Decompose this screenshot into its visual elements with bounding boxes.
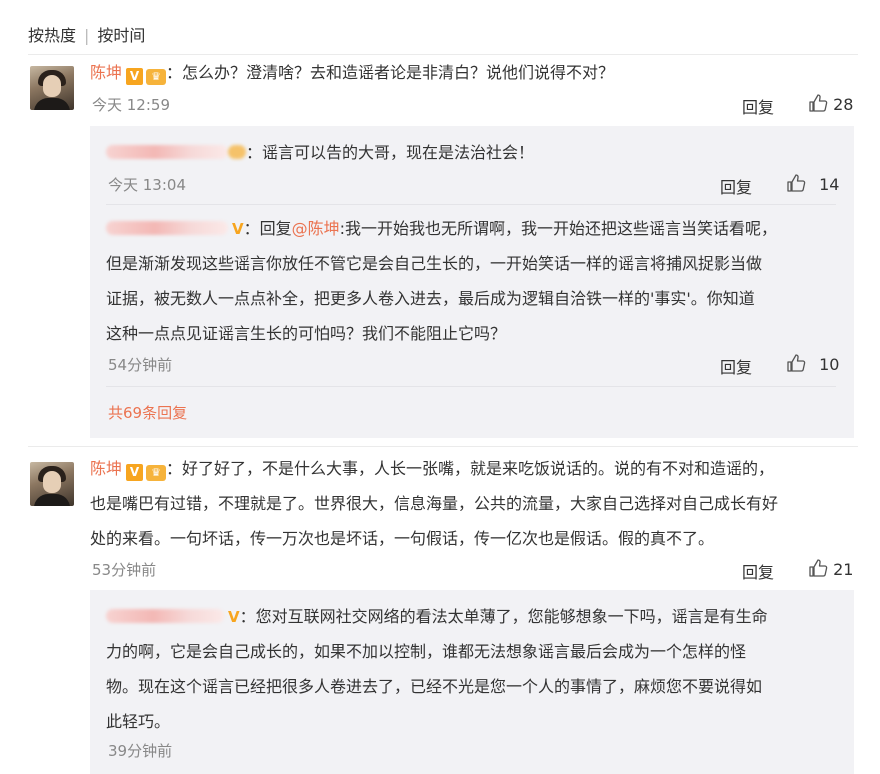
thumbs-up-icon (787, 174, 806, 192)
like-count: 28 (833, 95, 854, 114)
comment-line: ：好了好了，不是什么大事，人长一张嘴，就是来吃饭说话的。说的有不对和造谣的， (166, 459, 775, 478)
like-count: 21 (833, 560, 854, 579)
thumbs-up-icon (787, 354, 806, 372)
reply-prefix: ：回复 (243, 219, 292, 238)
reply-text-1: ：谣言可以告的大哥，现在是法治社会！ (106, 136, 534, 170)
reply-line: 证据，被无数人一点点补全，把更多人卷入进去，最后成为逻辑自洽铁一样的'事实'。你… (106, 289, 755, 308)
verified-v-icon: V (126, 68, 144, 85)
divider (106, 204, 836, 205)
mention-link[interactable]: @陈坤 (292, 219, 340, 238)
username-link[interactable]: 陈坤 (90, 63, 122, 82)
reply-button[interactable]: 回复 (742, 94, 774, 118)
reply-button[interactable]: 回复 (720, 354, 752, 378)
reply-line: 物。现在这个谣言已经把很多人卷进去了，已经不光是您一个人的事情了，麻烦您不要说得… (106, 677, 763, 696)
comment-time: 今天 12:59 (92, 96, 170, 114)
username-link[interactable]: 陈坤 (90, 459, 122, 478)
verified-v-icon: V (232, 220, 244, 238)
blurred-username (106, 609, 224, 623)
like-button[interactable]: 10 (786, 353, 839, 374)
divider (28, 54, 858, 55)
avatar[interactable] (30, 462, 74, 506)
reply-line: 力的啊，它是会自己成长的，如果不加以控制，谁都无法想象谣言最后会成为一个怎样的怪 (106, 642, 747, 661)
reply-button[interactable]: 回复 (742, 559, 774, 583)
member-badge-icon (228, 145, 246, 159)
reply-button[interactable]: 回复 (720, 174, 752, 198)
comment-text-1: 陈坤 V ♛ ：怎么办？澄清啥？去和造谣者论是非清白？说他们说得不对？ (90, 56, 614, 90)
sort-bar: 按热度 | 按时间 (28, 22, 145, 46)
member-crown-icon: ♛ (146, 69, 167, 85)
like-count: 14 (819, 175, 840, 194)
reply-body: ：谣言可以告的大哥，现在是法治社会！ (246, 143, 535, 162)
comment-body: ：怎么办？澄清啥？去和造谣者论是非清白？说他们说得不对？ (166, 63, 615, 82)
reply-text-2-line-1: V：回复@陈坤:我一开始我也无所谓啊，我一开始还把这些谣言当笑话看呢， (106, 212, 777, 246)
reply-line: 这种一点点见证谣言生长的可怕吗？我们不能阻止它吗？ (106, 324, 507, 343)
verified-v-icon: V (228, 608, 240, 626)
comment-line: 也是嘴巴有过错，不理就是了。世界很大，信息海量，公共的流量，大家自己选择对自己成… (90, 494, 779, 513)
reply-time: 54分钟前 (108, 356, 173, 374)
thumbs-up-icon (809, 559, 828, 577)
view-all-replies-link[interactable]: 共69条回复 (108, 402, 187, 423)
reply-line: 但是渐渐发现这些谣言你放任不管它是会自己生长的，一开始笑话一样的谣言将捕风捉影当… (106, 254, 763, 273)
reply-line: :我一开始我也无所谓啊，我一开始还把这些谣言当笑话看呢， (339, 219, 778, 238)
reply-line: ：您对互联网社交网络的看法太单薄了，您能够想象一下吗，谣言是有生命 (239, 607, 768, 626)
like-button[interactable]: 28 (808, 93, 853, 114)
like-button[interactable]: 21 (808, 558, 853, 579)
like-button[interactable]: 14 (786, 173, 839, 194)
like-count: 10 (819, 355, 840, 374)
divider (106, 386, 836, 387)
comment-line: 处的来看。一句坏话，传一万次也是坏话，一句假话，传一亿次也是假话。假的真不了。 (90, 529, 715, 548)
comment-time: 53分钟前 (92, 561, 157, 579)
reply-time: 今天 13:04 (108, 176, 186, 194)
reply-line: 此轻巧。 (106, 712, 171, 731)
sort-by-hot[interactable]: 按热度 (28, 22, 76, 46)
avatar[interactable] (30, 66, 74, 110)
blurred-username (106, 145, 228, 159)
comment-text-2-line-1: 陈坤 V ♛ ：好了好了，不是什么大事，人长一张嘴，就是来吃饭说话的。说的有不对和造谣… (90, 452, 774, 486)
divider (28, 446, 858, 447)
reply-text-3-line-1: V：您对互联网社交网络的看法太单薄了，您能够想象一下吗，谣言是有生命 (106, 600, 768, 634)
sort-by-time[interactable]: 按时间 (97, 22, 145, 46)
verified-v-icon: V (126, 464, 144, 481)
thumbs-up-icon (809, 94, 828, 112)
reply-time: 39分钟前 (108, 742, 173, 760)
blurred-username (106, 221, 228, 235)
sort-separator: | (84, 26, 90, 45)
member-crown-icon: ♛ (146, 465, 167, 481)
